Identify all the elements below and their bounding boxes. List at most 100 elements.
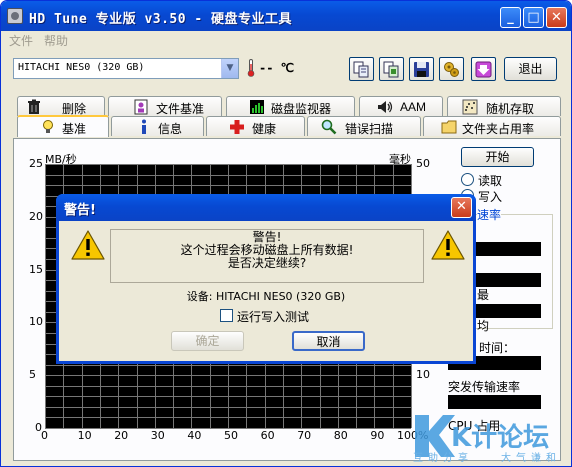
- tab-disk-monitor[interactable]: 磁盘监视器: [226, 96, 355, 116]
- tab-info[interactable]: 信息: [111, 116, 204, 136]
- x-tick-label: 90: [370, 429, 385, 442]
- x-tick-label: 80: [333, 429, 348, 442]
- transfer-rate-label: 速率: [477, 206, 502, 223]
- tab-aam-label: AAM: [400, 100, 427, 114]
- dialog-close-button[interactable]: ✕: [451, 197, 472, 218]
- magnifier-icon: [321, 119, 337, 135]
- tab-benchmark[interactable]: 基准: [17, 115, 109, 137]
- warning-icon: [71, 230, 105, 260]
- tab-error-scan-label: 错误扫描: [345, 122, 394, 136]
- copy-screenshot-button[interactable]: [379, 57, 404, 81]
- grid-line-horizontal: [45, 175, 411, 176]
- copy-text-icon: [353, 61, 369, 78]
- dialog-message: 警告! 这个过程会移动磁盘上所有数据! 是否决定继续?: [110, 229, 424, 283]
- options-button[interactable]: [439, 57, 464, 81]
- tab-random-access-label: 随机存取: [486, 102, 535, 116]
- download-icon: [475, 61, 492, 78]
- tab-file-benchmark-label: 文件基准: [156, 102, 205, 116]
- dialog-device: 设备: HITACHI NES0 (320 GB): [186, 290, 346, 303]
- tab-folder-usage-label: 文件夹占用率: [462, 122, 535, 136]
- y-left-tick-label: 10: [29, 315, 43, 329]
- temperature-readout: -- ℃: [259, 61, 295, 75]
- grid-line-horizontal: [45, 185, 411, 186]
- ok-button[interactable]: 确定: [171, 331, 244, 351]
- grid-line-horizontal: [45, 396, 411, 397]
- y-right-tick-label: 10: [416, 368, 430, 382]
- speaker-icon: [378, 101, 393, 113]
- menu-bar: 文件 帮助: [1, 31, 571, 48]
- grid-line-horizontal: [45, 365, 411, 366]
- app-disk-icon: [7, 8, 23, 24]
- warning-icon: [431, 230, 465, 260]
- write-test-checkbox-label: 运行写入测试: [237, 310, 310, 324]
- save-button[interactable]: [409, 57, 434, 81]
- tab-error-scan[interactable]: 错误扫描: [307, 116, 421, 136]
- forum-watermark: K计论坛 互助分享 大气谦和: [411, 411, 571, 466]
- save-icon: [414, 62, 429, 77]
- file-benchmark-icon: [134, 99, 148, 115]
- download-button[interactable]: [471, 57, 496, 81]
- tab-aam[interactable]: AAM: [359, 96, 443, 116]
- x-tick-label: 10: [77, 429, 92, 442]
- maximize-button[interactable]: □: [523, 7, 544, 28]
- bulb-icon: [43, 120, 53, 133]
- write-test-checkbox[interactable]: [220, 309, 233, 322]
- exit-button[interactable]: 退出: [504, 57, 557, 81]
- y-right-tick-label: 50: [416, 157, 430, 170]
- x-tick-label: 0: [41, 429, 48, 442]
- tab-health[interactable]: 健康: [206, 116, 305, 136]
- y-left-tick-label: 5: [29, 368, 36, 382]
- health-cross-icon: [230, 120, 244, 134]
- cancel-button[interactable]: 取消: [292, 331, 365, 351]
- chevron-down-icon[interactable]: ▼: [221, 59, 238, 78]
- grid-line-horizontal: [45, 164, 411, 165]
- title-bar[interactable]: HD Tune 专业版 v3.50 - 硬盘专业工具 _ □ ✕: [1, 1, 571, 31]
- read-radio-label: 读取: [478, 174, 503, 188]
- copy-text-button[interactable]: [349, 57, 374, 81]
- close-button[interactable]: ✕: [546, 7, 567, 28]
- minimize-button[interactable]: _: [500, 7, 521, 28]
- options-icon: [444, 62, 459, 77]
- write-radio-label: 写入: [478, 190, 503, 204]
- x-tick-label: 20: [114, 429, 129, 442]
- menu-help[interactable]: 帮助: [44, 32, 68, 49]
- start-button[interactable]: 开始: [461, 147, 534, 167]
- tab-info-label: 信息: [158, 122, 183, 136]
- tab-erase[interactable]: 删除: [17, 96, 105, 116]
- copy-screenshot-icon: [383, 61, 399, 78]
- tab-health-label: 健康: [252, 122, 277, 136]
- thermometer-icon: [247, 59, 255, 77]
- window-title: HD Tune 专业版 v3.50 - 硬盘专业工具: [29, 12, 293, 27]
- access-time-label: 时间：: [479, 341, 516, 355]
- dialog-line-2: 是否决定继续?: [227, 256, 307, 270]
- tab-benchmark-label: 基准: [62, 122, 87, 136]
- x-tick-label: 60: [260, 429, 275, 442]
- burst-rate-label: 突发传输速率: [448, 380, 521, 394]
- tab-random-access[interactable]: 随机存取: [447, 96, 561, 116]
- tab-file-benchmark[interactable]: 文件基准: [108, 96, 222, 116]
- grid-line-horizontal: [45, 386, 411, 387]
- avg-rate-label: 均: [477, 319, 490, 333]
- grid-line-horizontal: [45, 375, 411, 376]
- burst-rate-value: [448, 395, 541, 409]
- drive-select[interactable]: HITACHI NES0 (320 GB) ▼: [13, 58, 239, 79]
- grid-line-horizontal: [45, 407, 411, 408]
- menu-file[interactable]: 文件: [9, 32, 33, 49]
- y-left-tick-label: 15: [29, 262, 43, 276]
- x-tick-label: 50: [224, 429, 238, 442]
- tab-disk-monitor-label: 磁盘监视器: [271, 102, 332, 116]
- dialog-title-bar[interactable]: 警告! ✕: [56, 194, 476, 221]
- y-left-tick-label: 20: [29, 209, 43, 223]
- x-tick-label: 30: [150, 429, 165, 442]
- max-rate-label: 最: [477, 288, 490, 302]
- y-left-tick-label: 0: [35, 421, 42, 434]
- tab-folder-usage[interactable]: 文件夹占用率: [423, 116, 561, 136]
- dialog-title: 警告!: [64, 203, 96, 218]
- folder-icon: [441, 120, 457, 134]
- info-icon: [142, 119, 146, 134]
- watermark-slogan-right: 大气谦和: [501, 453, 561, 464]
- read-radio[interactable]: [461, 173, 474, 186]
- grid-line-vertical: [45, 164, 46, 428]
- x-tick-label: 70: [297, 429, 312, 442]
- warning-dialog: 警告! ✕ 警告! 这个过程会移动磁盘上所有数据! 是否决定继续? 设备: HI…: [56, 194, 476, 364]
